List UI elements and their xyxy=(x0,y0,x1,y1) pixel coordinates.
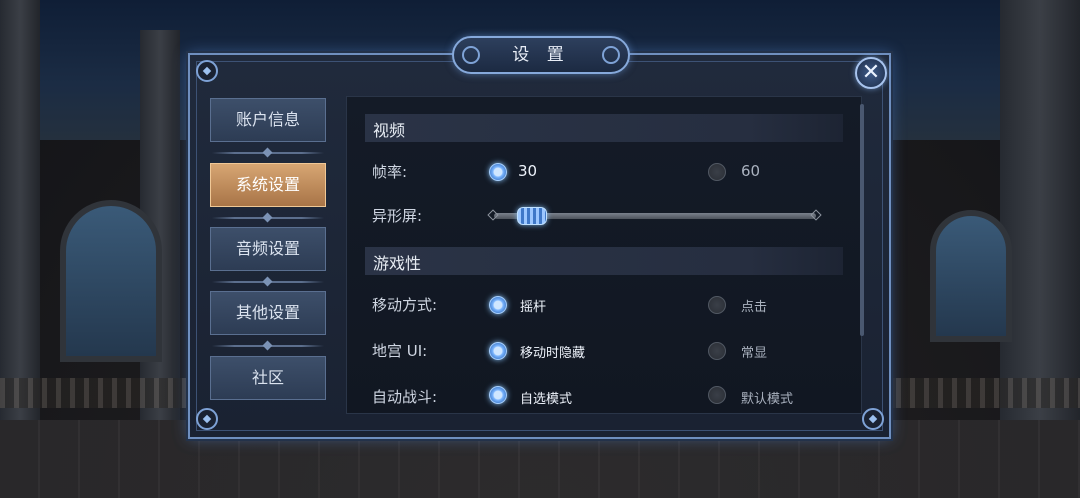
background-pillar xyxy=(0,0,40,420)
background-window xyxy=(930,210,1012,342)
movement-tap-radio[interactable] xyxy=(708,296,726,314)
auto-battle-default-label: 默认模式 xyxy=(741,392,794,407)
section-title-video: 视频 xyxy=(373,121,406,140)
notch-slider-thumb[interactable] xyxy=(517,207,548,225)
title-ornament-icon xyxy=(462,46,480,64)
corner-ornament-icon xyxy=(196,408,218,430)
sidebar-item-account[interactable]: 账户信息 xyxy=(210,98,326,142)
movement-tap-label: 点击 xyxy=(741,300,768,315)
dungeon-ui-always-label: 常显 xyxy=(741,346,768,361)
corner-ornament-icon xyxy=(862,408,884,430)
sidebar-divider xyxy=(212,152,324,154)
auto-battle-default-radio[interactable] xyxy=(708,386,726,404)
auto-battle-label: 自动战斗: xyxy=(372,388,438,406)
section-title-gameplay: 游戏性 xyxy=(373,254,422,273)
dialog-title-plate: 设 置 xyxy=(452,36,630,74)
content-scrollbar[interactable] xyxy=(860,104,864,336)
close-button[interactable]: ✕ xyxy=(855,57,887,89)
section-header-gameplay: 游戏性 xyxy=(365,247,843,275)
background-pillar xyxy=(1000,0,1080,420)
auto-battle-custom-radio[interactable] xyxy=(489,386,507,404)
dialog-title: 设 置 xyxy=(512,45,570,65)
sidebar-divider xyxy=(212,345,324,347)
notch-label: 异形屏: xyxy=(372,207,423,225)
framerate-30-radio[interactable] xyxy=(489,163,507,181)
movement-label: 移动方式: xyxy=(372,296,438,314)
corner-ornament-icon xyxy=(196,60,218,82)
dungeon-ui-hide-label: 移动时隐藏 xyxy=(520,346,586,361)
framerate-30-label: 30 xyxy=(518,162,538,180)
movement-joystick-radio[interactable] xyxy=(489,296,507,314)
framerate-label: 帧率: xyxy=(372,163,408,181)
sidebar-divider xyxy=(212,217,324,219)
background-window xyxy=(60,200,162,362)
sidebar-item-system[interactable]: 系统设置 xyxy=(210,163,326,207)
framerate-60-label: 60 xyxy=(741,162,761,180)
title-ornament-icon xyxy=(602,46,620,64)
sidebar-item-audio[interactable]: 音频设置 xyxy=(210,227,326,271)
sidebar-item-community[interactable]: 社区 xyxy=(210,356,326,400)
close-icon: ✕ xyxy=(861,60,881,85)
sidebar-divider xyxy=(212,281,324,283)
sidebar-item-other[interactable]: 其他设置 xyxy=(210,291,326,335)
auto-battle-custom-label: 自选模式 xyxy=(520,392,573,407)
framerate-60-radio[interactable] xyxy=(708,163,726,181)
section-header-video: 视频 xyxy=(365,114,843,142)
movement-joystick-label: 摇杆 xyxy=(520,300,547,315)
dungeon-ui-hide-radio[interactable] xyxy=(489,342,507,360)
dungeon-ui-always-radio[interactable] xyxy=(708,342,726,360)
dungeon-ui-label: 地宫 UI: xyxy=(372,342,428,360)
